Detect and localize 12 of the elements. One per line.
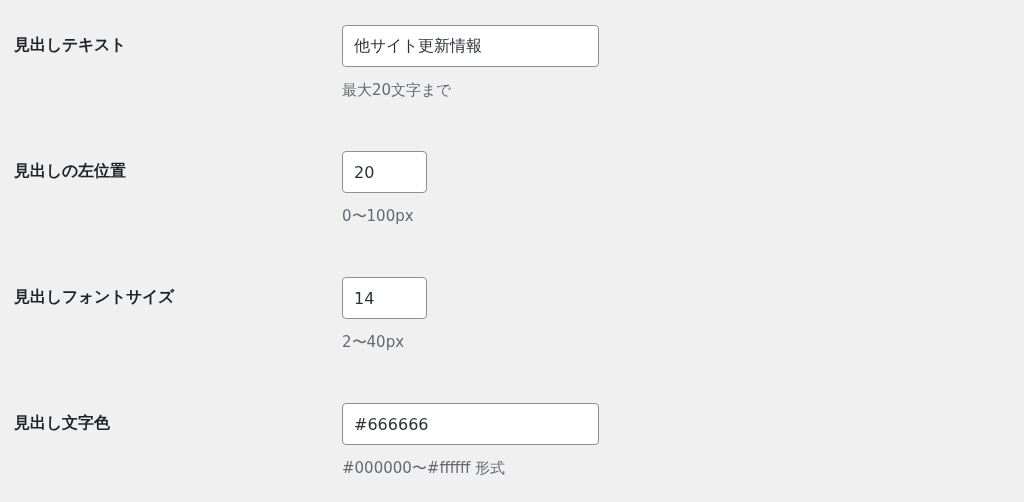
setting-label: 見出しテキスト (14, 34, 127, 56)
input-field[interactable]: 14 (342, 277, 427, 319)
hint-text: 2〜40px (342, 332, 405, 353)
input-field[interactable]: 他サイト更新情報 (342, 25, 599, 67)
input-field[interactable]: #666666 (342, 403, 599, 445)
hint-text: 0〜100px (342, 206, 414, 227)
hint-text: #000000〜#ffffff 形式 (342, 458, 506, 479)
setting-label: 見出しフォントサイズ (14, 286, 176, 308)
setting-label: 見出しの左位置 (14, 160, 127, 182)
setting-label: 見出し文字色 (14, 412, 111, 434)
hint-text: 最大20文字まで (342, 80, 452, 101)
input-field[interactable]: 20 (342, 151, 427, 193)
